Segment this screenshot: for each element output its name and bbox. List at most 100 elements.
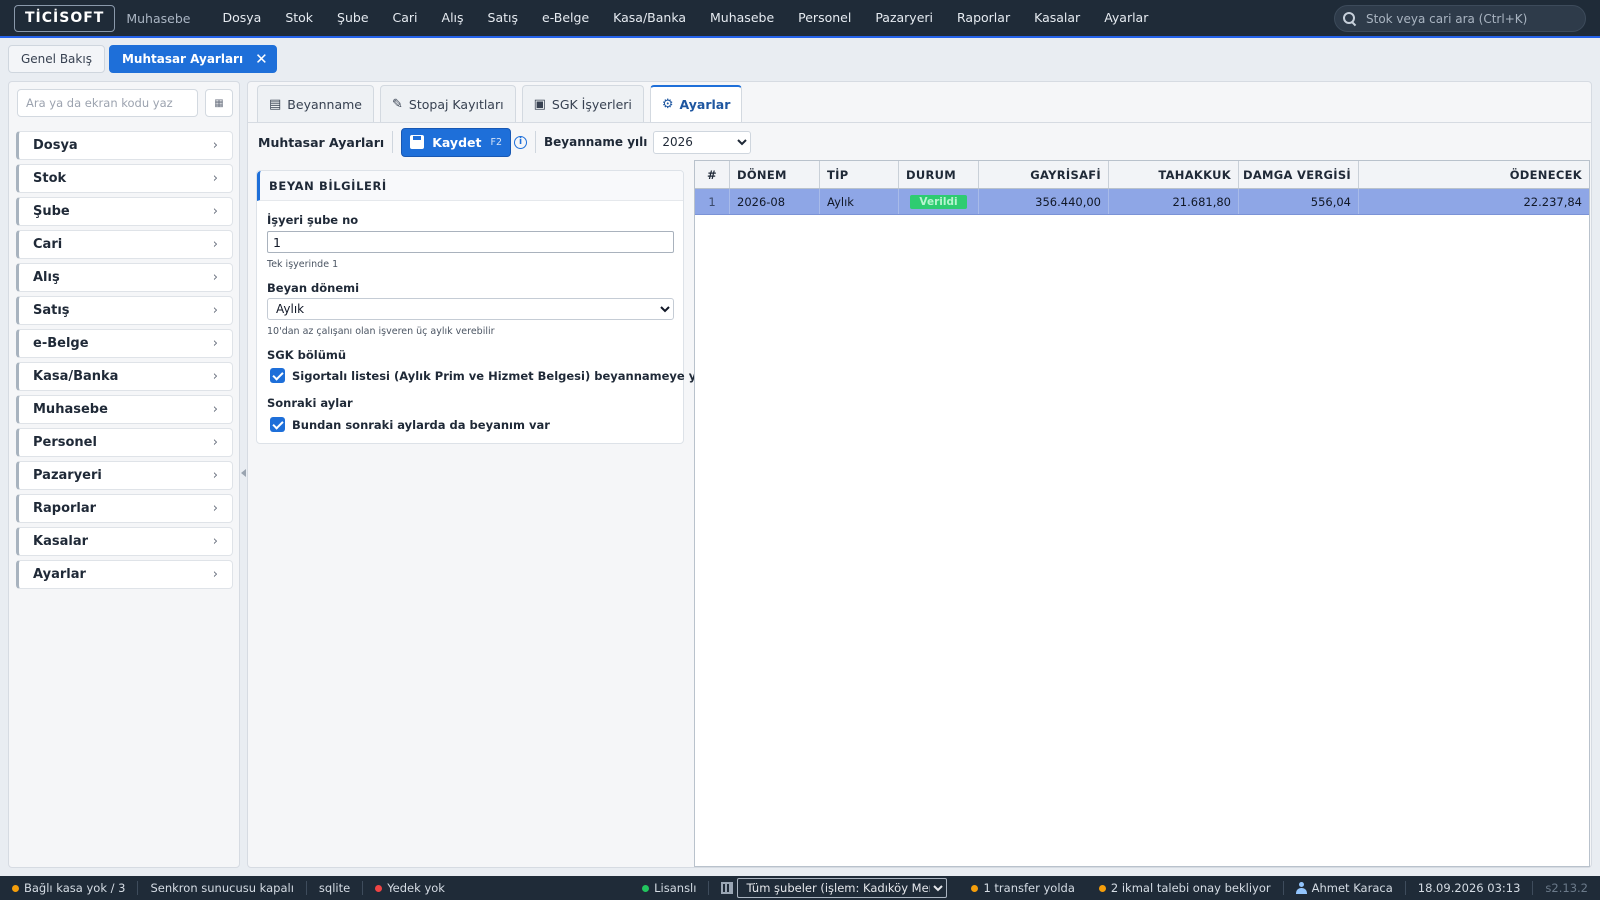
status-requests[interactable]: 2 ikmal talebi onay bekliyor — [1087, 881, 1283, 895]
sidebar-item-label: Muhasebe — [33, 402, 108, 417]
tab-ayarlar[interactable]: ⚙ Ayarlar — [649, 85, 743, 122]
menu-item-alis[interactable]: Alış — [430, 0, 476, 36]
menu-item-sube[interactable]: Şube — [325, 0, 380, 36]
menu-item-personel[interactable]: Personel — [786, 0, 863, 36]
menu-item-dosya[interactable]: Dosya — [210, 0, 273, 36]
col-header-damga[interactable]: DAMGA VERGİSİ — [1239, 161, 1359, 188]
col-header-durum[interactable]: DURUM — [899, 161, 979, 188]
chevron-right-icon: › — [212, 204, 218, 219]
sidebar-item-pazaryeri[interactable]: Pazaryeri › — [16, 461, 233, 490]
col-header-num[interactable]: # — [695, 161, 730, 188]
sgk-section-label: SGK bölümü — [267, 348, 347, 362]
branch-no-field[interactable] — [267, 231, 674, 253]
sidebar-item-cari[interactable]: Cari › — [16, 230, 233, 259]
menu-item-cari[interactable]: Cari — [381, 0, 430, 36]
chevron-right-icon: › — [212, 303, 218, 318]
status-user[interactable]: Ahmet Karaca — [1284, 881, 1405, 895]
info-icon[interactable]: i — [514, 135, 527, 149]
save-button[interactable]: Kaydet F2 — [401, 127, 511, 157]
app-logo[interactable]: TİCİSOFT — [14, 4, 116, 32]
sidebar-item-kasalar[interactable]: Kasalar › — [16, 527, 233, 556]
section-title: BEYAN BİLGİLERİ — [257, 171, 683, 201]
menu-item-pazaryeri[interactable]: Pazaryeri — [863, 0, 945, 36]
chevron-right-icon: › — [212, 270, 218, 285]
period-select[interactable]: Aylık — [267, 298, 674, 320]
col-header-tahakkuk[interactable]: TAHAKKUK — [1109, 161, 1239, 188]
menu-item-raporlar[interactable]: Raporlar — [945, 0, 1022, 36]
sidebar-collapse-handle[interactable] — [241, 469, 246, 477]
sidebar-search-input[interactable] — [17, 89, 198, 117]
menu-item-kasa-banka[interactable]: Kasa/Banka — [601, 0, 698, 36]
sidebar-item-ayarlar[interactable]: Ayarlar › — [16, 560, 233, 589]
sidebar-item-label: Kasalar — [33, 534, 88, 549]
status-license-text: Lisanslı — [654, 881, 697, 895]
sidebar-item-label: Kasa/Banka — [33, 369, 119, 384]
sidebar-item-sube[interactable]: Şube › — [16, 197, 233, 226]
sidebar-item-alis[interactable]: Alış › — [16, 263, 233, 292]
chevron-right-icon: › — [212, 369, 218, 384]
tab-label: Stopaj Kayıtları — [408, 96, 504, 112]
menu-item-ayarlar[interactable]: Ayarlar — [1092, 0, 1160, 36]
table-row[interactable]: 1 2026-08 Aylık Verildi 356.440,00 21.68… — [695, 189, 1589, 215]
sidebar-item-personel[interactable]: Personel › — [16, 428, 233, 457]
year-label: Beyanname yılı — [544, 135, 648, 149]
status-transfer[interactable]: 1 transfer yolda — [959, 881, 1086, 895]
sidebar-item-stok[interactable]: Stok › — [16, 164, 233, 193]
menu-item-kasalar[interactable]: Kasalar — [1022, 0, 1092, 36]
cell-tahakkuk: 21.681,80 — [1109, 189, 1239, 214]
sidebar-item-satis[interactable]: Satış › — [16, 296, 233, 325]
menu-item-stok[interactable]: Stok — [273, 0, 325, 36]
sidebar-item-label: Cari — [33, 237, 63, 252]
cell-odenecek: 22.237,84 — [1523, 194, 1582, 209]
col-header-tip[interactable]: TİP — [820, 161, 899, 188]
checkbox-checked-icon[interactable] — [270, 417, 285, 432]
global-search-input[interactable] — [1366, 11, 1581, 26]
main-menu: Dosya Stok Şube Cari Alış Satış e-Belge … — [210, 0, 1160, 36]
checkbox-checked-icon[interactable] — [270, 368, 285, 383]
global-search[interactable] — [1334, 5, 1586, 32]
grid-view-icon[interactable]: ▦ — [205, 89, 233, 117]
period-label: Beyan dönemi — [267, 281, 360, 295]
status-db: sqlite — [307, 881, 362, 895]
col-header-gayrisafi[interactable]: GAYRİSAFİ — [979, 161, 1109, 188]
tab-stopaj-kayitlari[interactable]: ✎ Stopaj Kayıtları — [380, 85, 516, 122]
building-icon — [721, 882, 734, 894]
next-months-label: Sonraki aylar — [267, 396, 353, 410]
menu-item-muhasebe[interactable]: Muhasebe — [698, 0, 786, 36]
menu-item-satis[interactable]: Satış — [476, 0, 530, 36]
monitor-icon: ▣ — [533, 96, 546, 112]
chevron-right-icon: › — [212, 534, 218, 549]
tab-sgk-isyerleri[interactable]: ▣ SGK İşyerleri — [521, 85, 644, 122]
branch-no-label: İşyeri şube no — [267, 213, 359, 227]
status-backup: Yedek yok — [363, 881, 457, 895]
next-months-checkbox[interactable]: Bundan sonraki aylarda da beyanım var — [270, 417, 550, 432]
close-icon[interactable]: ✕ — [255, 50, 268, 68]
sidebar-item-label: Raporlar — [33, 501, 97, 516]
chevron-right-icon: › — [212, 138, 218, 153]
status-datetime: 18.09.2026 03:13 — [1406, 881, 1533, 895]
status-cash: Bağlı kasa yok / 3 — [0, 881, 137, 895]
sidebar-item-raporlar[interactable]: Raporlar › — [16, 494, 233, 523]
doc-tab-muhtasar-settings[interactable]: Muhtasar Ayarları ✕ — [108, 45, 277, 73]
branch-select[interactable]: Tüm şubeler (işlem: Kadıköy Merkez) — [737, 878, 948, 898]
doc-tab-overview-label: Genel Bakış — [21, 52, 92, 66]
sidebar-item-dosya[interactable]: Dosya › — [16, 131, 233, 160]
year-select[interactable]: 2026 — [653, 130, 752, 154]
doc-tab-overview[interactable]: Genel Bakış — [8, 45, 105, 73]
sgk-list-checkbox[interactable]: Sigortalı listesi (Aylık Prim ve Hizmet … — [270, 368, 738, 383]
sidebar-item-kasa-banka[interactable]: Kasa/Banka › — [16, 362, 233, 391]
sidebar-item-label: Şube — [33, 204, 70, 219]
sidebar-item-label: Stok — [33, 171, 67, 186]
col-header-donem[interactable]: DÖNEM — [730, 161, 820, 188]
col-header-odenecek[interactable]: ÖDENECEK — [1359, 161, 1589, 188]
sidebar-item-muhasebe[interactable]: Muhasebe › — [16, 395, 233, 424]
cell-damga: 556,04 — [1239, 189, 1359, 214]
gear-icon: ⚙ — [661, 97, 674, 112]
next-months-checkbox-label: Bundan sonraki aylarda da beyanım var — [292, 417, 550, 432]
menu-item-ebelge[interactable]: e-Belge — [530, 0, 601, 36]
sidebar: ▦ Dosya › Stok › Şube › Cari › Alış › Satış › … — [8, 81, 240, 868]
calendar-icon: ▤ — [269, 96, 282, 112]
tab-beyanname[interactable]: ▤ Beyanname — [257, 85, 374, 122]
sidebar-item-ebelge[interactable]: e-Belge › — [16, 329, 233, 358]
cell-num: 1 — [695, 189, 730, 214]
